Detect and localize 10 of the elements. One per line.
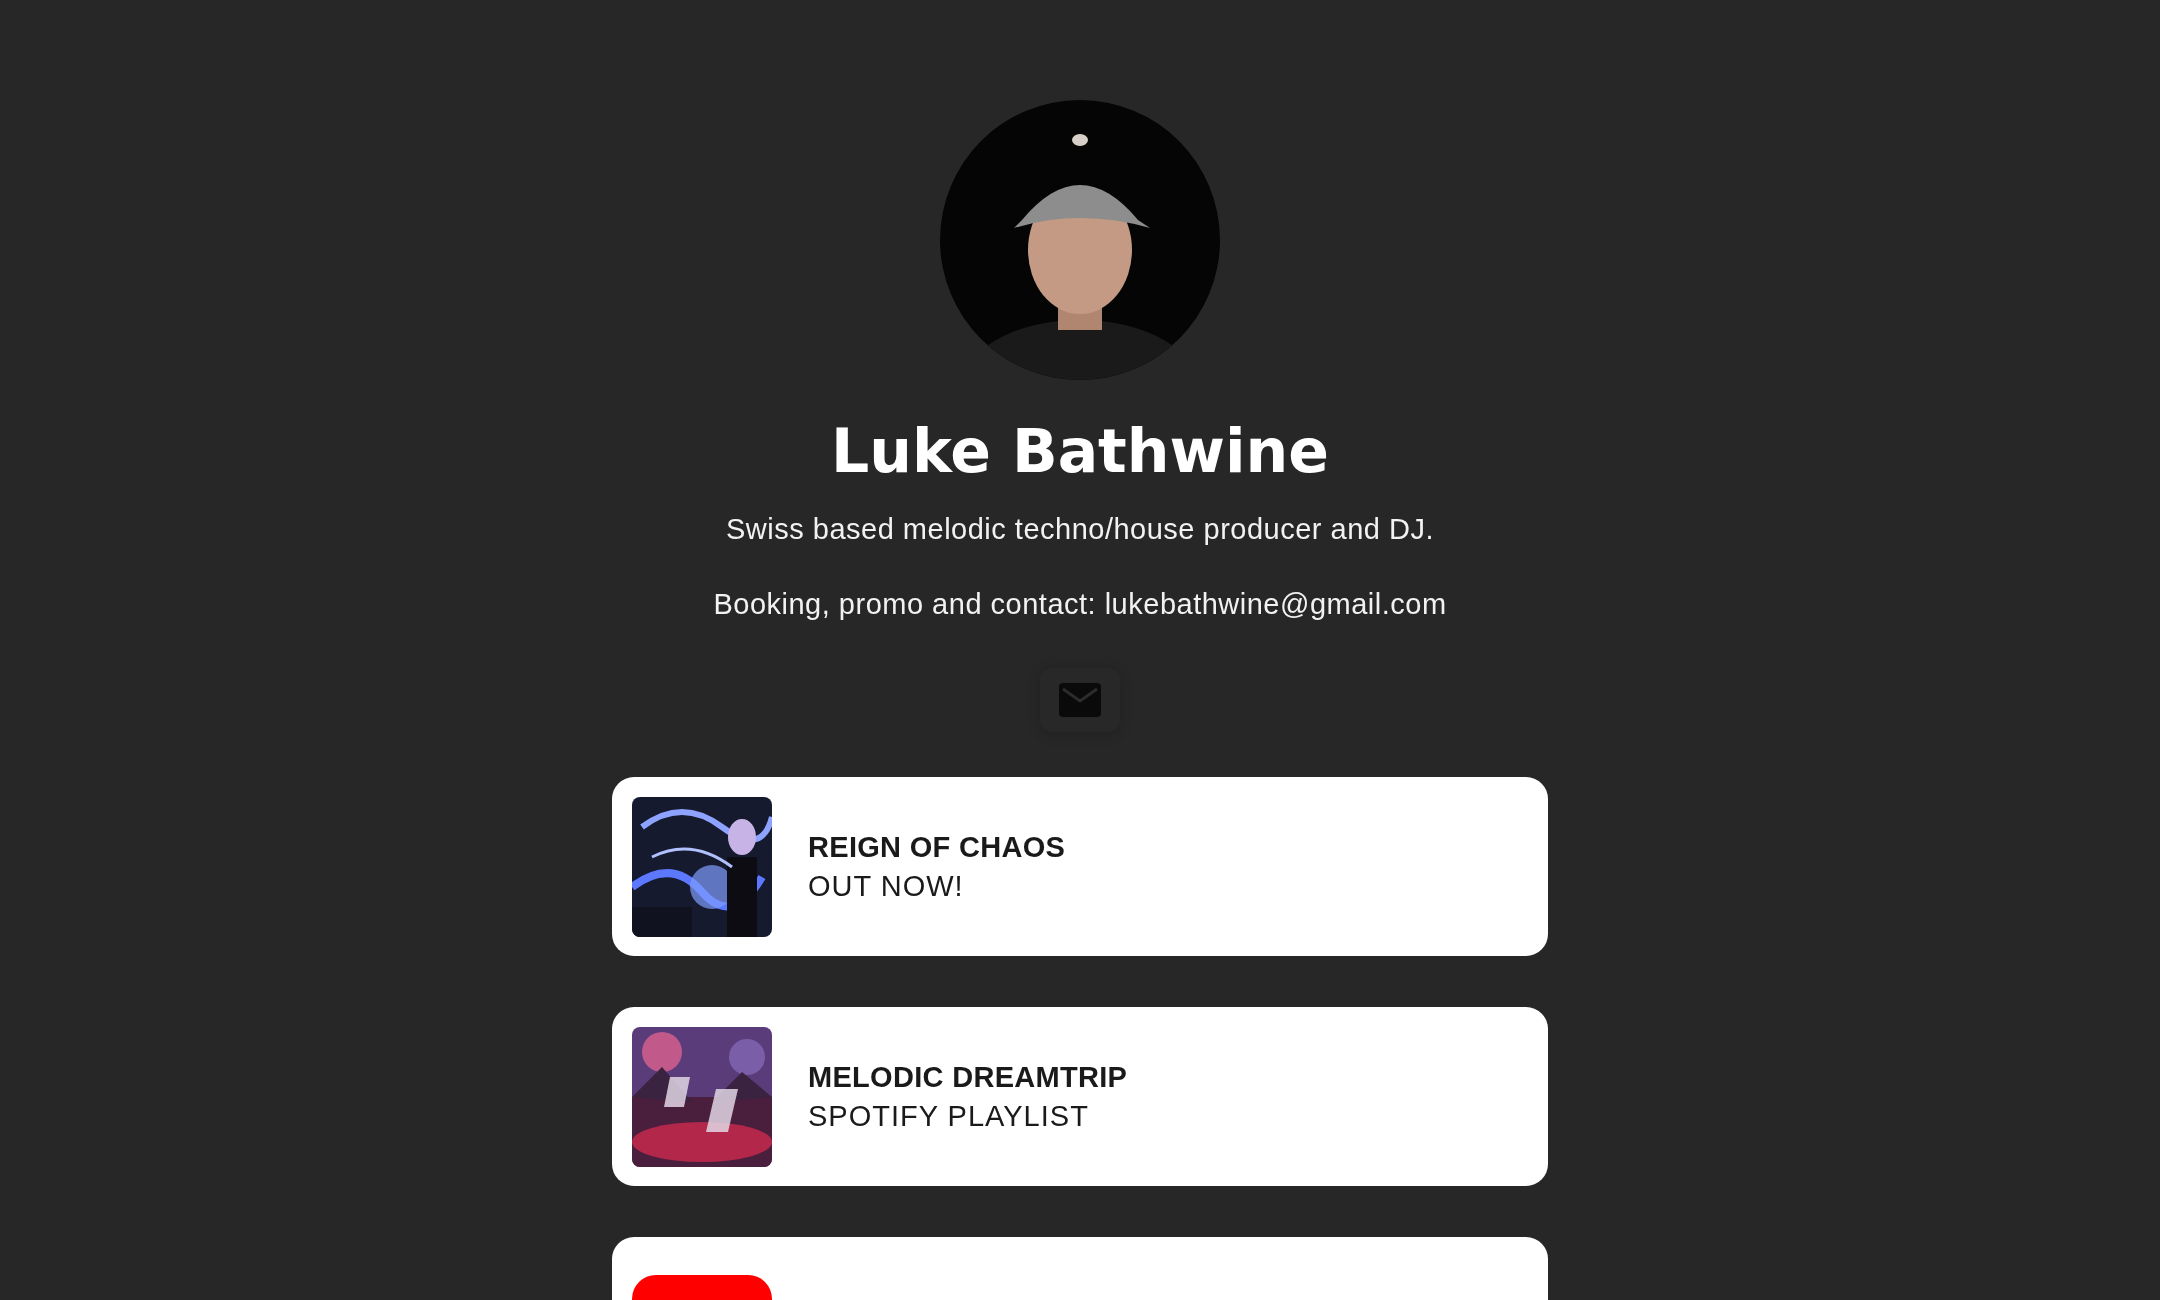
profile-name: Luke Bathwine <box>831 415 1329 488</box>
link-subtitle: SPOTIFY PLAYLIST <box>808 1099 1090 1133</box>
contact-text: Booking, promo and contact: lukebathwine@gmail.com <box>713 587 1447 622</box>
link-card[interactable]: MELODIC DREAMTRIP SPOTIFY PLAYLIST <box>612 1007 1548 1186</box>
link-title: REIGN OF CHAOS <box>808 830 1066 864</box>
link-subtitle: OUT NOW! <box>808 869 965 903</box>
mail-icon <box>1059 683 1101 717</box>
bio-text: Swiss based melodic techno/house producer and DJ. <box>726 512 1434 547</box>
link-title: MELODIC DREAMTRIP <box>808 1060 1128 1094</box>
link-card[interactable]: REIGN OF CHAOS OUT NOW! <box>612 777 1548 956</box>
